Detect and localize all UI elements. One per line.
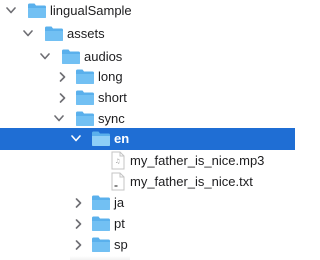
tree-item-label: long [98,69,123,84]
folder-icon [61,48,81,65]
tree-row-assets[interactable]: assets [0,23,295,44]
folder-icon [91,215,111,232]
tree-row-en[interactable]: en [0,128,295,150]
chevron-down-icon[interactable] [5,0,17,21]
tree-item-label: lingualSample [50,3,132,18]
tree-row-sync[interactable]: sync [0,108,295,129]
folder-icon [91,130,111,147]
chevron-right-icon[interactable] [72,192,84,213]
tree-row-lingualsample[interactable]: lingualSample [0,0,295,21]
scroll-fade [70,256,130,260]
audio-file-icon: ♫ [110,151,126,170]
chevron-right-icon[interactable] [56,66,68,87]
tree-row-txt-file[interactable]: my_father_is_nice.txt [0,171,295,192]
folder-icon [91,236,111,253]
tree-item-label: audios [84,49,123,64]
file-tree: lingualSample assets audios long short s… [0,0,295,260]
tree-item-label: sync [98,111,125,126]
svg-text:♫: ♫ [115,158,120,165]
tree-row-pt[interactable]: pt [0,213,295,234]
tree-item-label: en [114,131,130,146]
tree-row-sp[interactable]: sp [0,234,295,255]
chevron-down-icon[interactable] [70,128,82,149]
chevron-right-icon[interactable] [72,234,84,255]
text-file-icon [110,172,126,191]
tree-item-label: sp [114,237,128,252]
tree-row-mp3-file[interactable]: ♫ my_father_is_nice.mp3 [0,150,295,171]
tree-row-long[interactable]: long [0,66,295,87]
folder-icon [75,110,95,127]
folder-icon [27,2,47,19]
chevron-down-icon[interactable] [22,23,34,44]
tree-item-label: ja [114,195,125,210]
folder-icon [75,89,95,106]
folder-icon [75,68,95,85]
folder-icon [44,25,64,42]
chevron-right-icon[interactable] [72,213,84,234]
tree-item-label: my_father_is_nice.txt [130,174,253,189]
tree-item-label: pt [114,216,125,231]
tree-item-label: short [98,90,127,105]
tree-row-ja[interactable]: ja [0,192,295,213]
chevron-down-icon[interactable] [39,46,51,67]
tree-row-audios[interactable]: audios [0,46,295,67]
tree-item-label: assets [67,26,105,41]
chevron-down-icon[interactable] [53,108,65,129]
tree-row-short[interactable]: short [0,87,295,108]
tree-item-label: my_father_is_nice.mp3 [130,153,265,168]
folder-icon [91,194,111,211]
chevron-right-icon[interactable] [56,87,68,108]
